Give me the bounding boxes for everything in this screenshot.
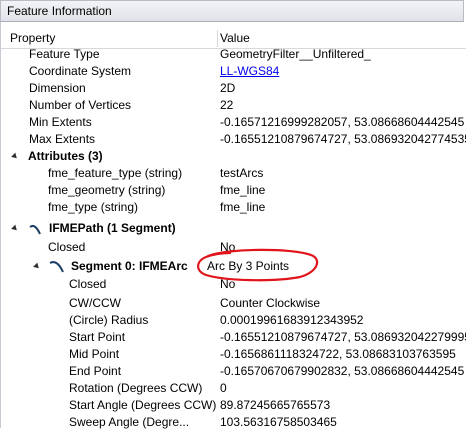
panel-title: Feature Information <box>7 4 112 18</box>
row-value: 22 <box>220 98 234 112</box>
row-value: -0.16570670679902832, 53.08668604442545 <box>220 364 465 378</box>
row-value: Counter Clockwise <box>220 296 321 310</box>
panel-title-bar: Feature Information <box>0 0 464 22</box>
row-value: 2D <box>220 81 236 95</box>
row-fme-type[interactable]: fme_type (string) fme_line <box>1 199 466 216</box>
row-value: testArcs <box>220 166 264 180</box>
row-fme-geometry[interactable]: fme_geometry (string) fme_line <box>1 182 466 199</box>
red-annotation-circle <box>197 248 319 282</box>
row-value: fme_line <box>220 200 266 214</box>
row-label: Sweep Angle (Degre... <box>69 415 190 429</box>
row-label: Mid Point <box>69 347 120 361</box>
row-cw-ccw[interactable]: CW/CCW Counter Clockwise <box>1 295 466 312</box>
expand-arrow-icon[interactable] <box>11 152 19 161</box>
row-label: (Circle) Radius <box>69 313 149 327</box>
row-start-angle[interactable]: Start Angle (Degrees CCW) 89.87245665765… <box>1 397 466 414</box>
row-label: Max Extents <box>29 132 96 146</box>
row-value: GeometryFilter__Unfiltered_ <box>220 47 371 61</box>
row-label: Start Point <box>69 330 126 344</box>
arc-icon <box>49 261 64 273</box>
row-label: Coordinate System <box>29 64 132 78</box>
row-dimension[interactable]: Dimension 2D <box>1 80 466 97</box>
row-label: Start Angle (Degrees CCW) <box>69 398 217 412</box>
row-label: Closed <box>69 277 107 291</box>
row-label: Dimension <box>29 81 86 95</box>
row-label: fme_feature_type (string) <box>48 166 183 180</box>
row-fme-feature-type[interactable]: fme_feature_type (string) testArcs <box>1 165 466 182</box>
row-label: fme_type (string) <box>48 200 139 214</box>
row-label: Closed <box>48 240 86 254</box>
row-circle-radius[interactable]: (Circle) Radius 0.0001996168391234395​2 <box>1 312 466 329</box>
row-value: 89.87245665765573 <box>220 398 331 412</box>
row-min-extents[interactable]: Min Extents -0.16571216999282057, 53.086… <box>1 114 466 131</box>
expand-arrow-icon[interactable] <box>33 262 41 271</box>
row-value: -0.16571216999282057, 53.08668604442545 <box>220 115 465 129</box>
path-icon <box>29 224 41 235</box>
row-label: Rotation (Degrees CCW) <box>69 381 203 395</box>
row-value: 0 <box>220 381 227 395</box>
row-value: 0.0001996168391234395​2 <box>220 313 364 327</box>
row-label: Number of Vertices <box>29 98 132 112</box>
column-header-property[interactable]: Property <box>10 28 55 48</box>
row-feature-type[interactable]: Feature Type GeometryFilter__Unfiltered_ <box>1 46 466 63</box>
row-value: 103.56316758503465 <box>220 415 337 429</box>
column-divider[interactable] <box>217 30 218 47</box>
row-value: -0.1656861118324722, 53.08683103763595 <box>220 347 456 361</box>
row-number-of-vertices[interactable]: Number of Vertices 22 <box>1 97 466 114</box>
row-start-point[interactable]: Start Point -0.16551210879674727, 53.086… <box>1 329 466 346</box>
row-rotation[interactable]: Rotation (Degrees CCW) 0 <box>1 380 466 397</box>
row-max-extents[interactable]: Max Extents -0.16551210879674727, 53.086… <box>1 131 466 148</box>
row-label: End Point <box>69 364 122 378</box>
row-mid-point[interactable]: Mid Point -0.1656861118324722, 53.086831… <box>1 346 466 363</box>
group-label: IFMEPath (1 Segment) <box>49 221 176 235</box>
row-value: -0.16551210879674727, 53.08693204277453​… <box>220 132 466 146</box>
expand-arrow-icon[interactable] <box>11 224 19 233</box>
row-label: Min Extents <box>29 115 92 129</box>
column-header-value[interactable]: Value <box>220 28 250 48</box>
row-value: -0.16551210879674727, 53.08693204227999​… <box>220 330 466 344</box>
coordinate-system-link[interactable]: LL-WGS84 <box>220 63 279 80</box>
row-label: fme_geometry (string) <box>48 183 166 197</box>
row-coordinate-system[interactable]: Coordinate System LL-WGS84 <box>1 63 466 80</box>
group-label: Segment 0: IFMEArc <box>71 259 188 273</box>
row-sweep-angle[interactable]: Sweep Angle (Degre... 103.56316758503465 <box>1 414 466 431</box>
row-label: CW/CCW <box>69 296 121 310</box>
group-attributes[interactable]: Attributes (3) <box>1 148 466 165</box>
row-label: Feature Type <box>29 47 100 61</box>
group-ifmepath[interactable]: IFMEPath (1 Segment) <box>1 220 466 237</box>
row-value: fme_line <box>220 183 266 197</box>
group-label: Attributes (3) <box>28 149 103 163</box>
row-end-point[interactable]: End Point -0.16570670679902832, 53.08668… <box>1 363 466 380</box>
feature-info-panel: Property Value Feature Type GeometryFilt… <box>0 22 466 431</box>
